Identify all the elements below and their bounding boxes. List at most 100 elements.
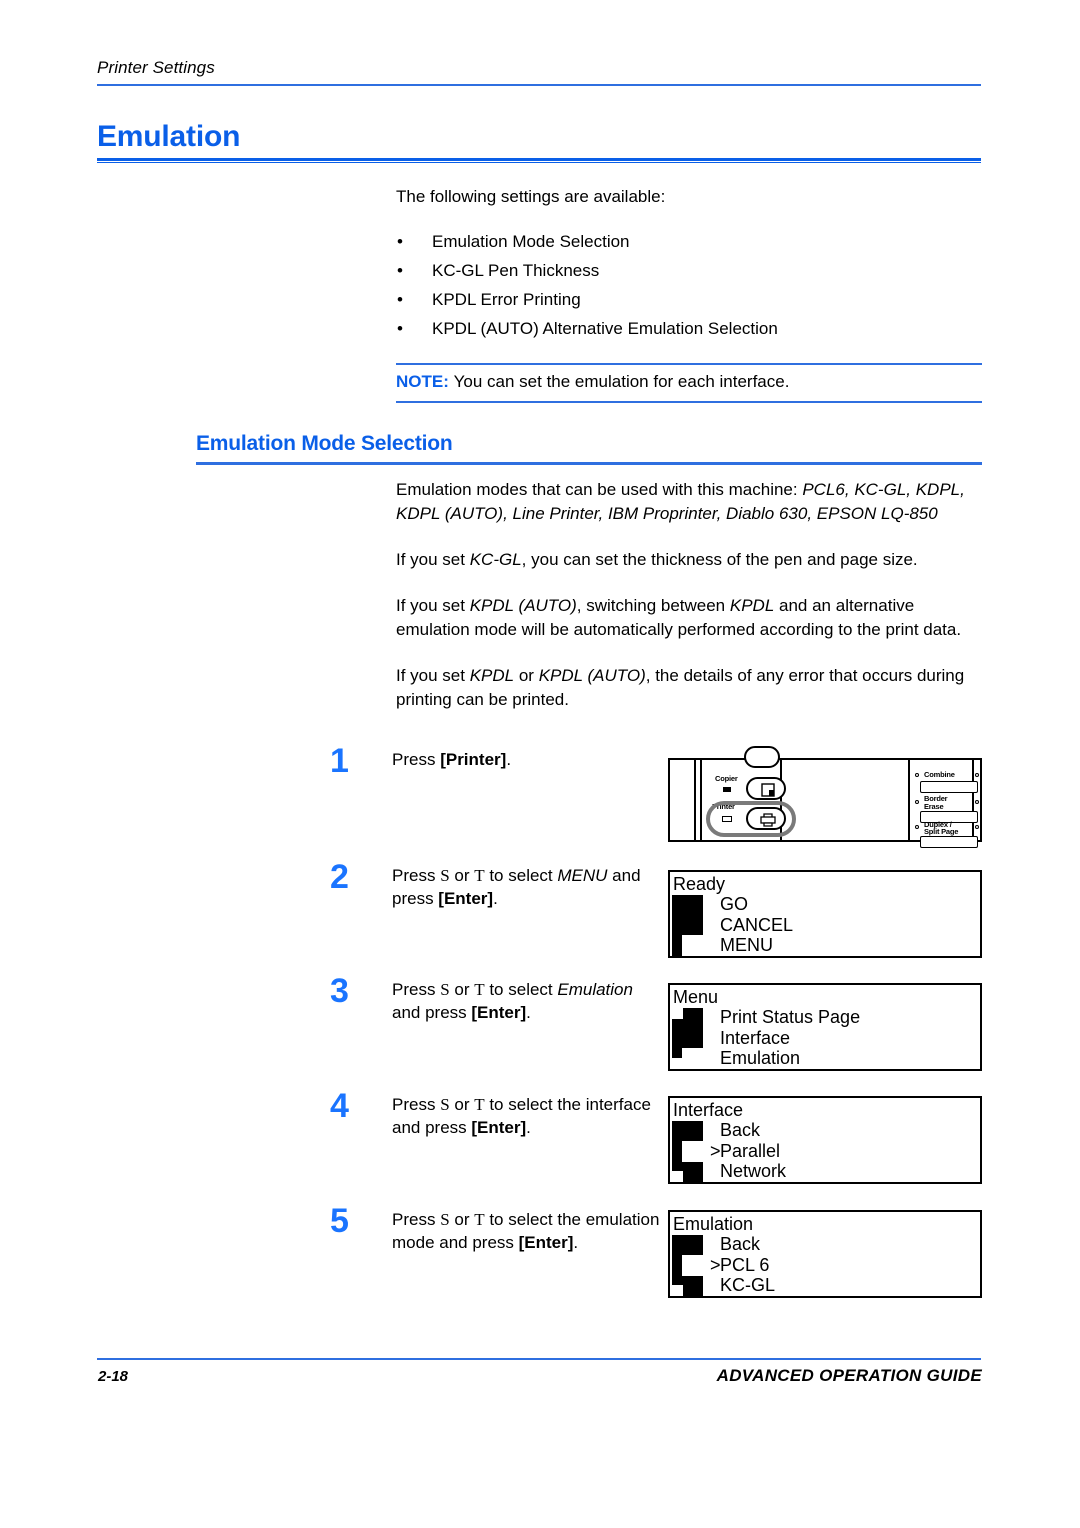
list-item-label: Emulation Mode Selection [432,232,630,251]
step-text: Press S or T to select Emulation and pre… [392,978,662,1024]
key-label: [Enter] [471,1118,527,1137]
lcd-title: Emulation [673,1214,754,1234]
lcd-scroll-bar [672,1008,703,1069]
duplex-split-page-button[interactable] [920,836,978,848]
lcd-scroll-bottom-marker [672,1285,683,1296]
lcd-row-list: Back > PCL 6 KC-GL [710,1234,980,1296]
key-label: [Enter] [438,889,494,908]
page-title: Emulation [97,120,241,153]
step-text: Press S or T to select the emulation mod… [392,1208,662,1254]
panel-divider [908,760,910,840]
step-text-run: Press [392,1210,441,1229]
step-text-run: Press [392,980,441,999]
list-item-label: KC-GL Pen Thickness [432,261,600,280]
step-text-run: Press [392,1095,441,1114]
combine-led-right-icon [975,773,979,777]
partial-button-top [744,746,780,768]
step-text-run: . [573,1233,579,1252]
settings-bullet-list: • Emulation Mode Selection • KC-GL Pen T… [396,227,984,343]
document-page: Printer Settings Emulation The following… [0,0,1080,1528]
lcd-row-selected: > PCL 6 [710,1254,770,1275]
menu-term: Emulation [557,980,633,999]
copier-button[interactable] [746,777,786,800]
arrow-key-icon: S [440,1095,450,1114]
lcd-row-list: Back > Parallel Network [710,1120,980,1182]
step-text-run: or [449,1095,475,1114]
note-text: You can set the emulation for each inter… [453,372,790,391]
copier-icon [761,783,775,797]
lcd-scroll-bar [672,895,703,956]
step-number: 5 [330,1202,349,1240]
combine-button-label: Combine [924,770,955,779]
lcd-scroll-bar [672,1235,703,1296]
lcd-row-list: Print Status Page Interface Emulation [710,1007,980,1069]
lcd-scroll-bottom-marker [672,1171,683,1182]
step-text-run: and press [392,1003,472,1022]
lcd-row: GO [720,894,749,914]
arrow-key-icon: S [440,1210,450,1229]
lcd-row: Network [720,1161,787,1181]
lcd-title: Interface [673,1100,744,1120]
step-text-run: Press [392,750,441,769]
step-text-run: Press [392,866,441,885]
list-item: • KC-GL Pen Thickness [396,256,984,285]
step-text-run: to select [484,866,558,885]
running-head-rule [97,84,981,86]
menu-term: MENU [557,866,608,885]
bullet-icon: • [397,232,403,251]
lcd-row-selected: > Parallel [710,1140,781,1161]
arrow-key-icon: T [474,1095,485,1114]
paragraph-kpdl-auto: If you set KPDL (AUTO), switching betwee… [396,596,962,639]
list-item: • Emulation Mode Selection [396,227,984,256]
lcd-row: MENU [720,935,773,955]
guide-title: ADVANCED OPERATION GUIDE [716,1366,982,1385]
selection-marker-icon: > [710,1140,721,1161]
section-body: Emulation modes that can be used with th… [396,478,986,712]
border-erase-led-right-icon [975,800,979,804]
combine-led-icon [915,773,919,777]
combine-button[interactable] [920,781,978,793]
lcd-row: Emulation [720,1048,801,1068]
lcd-panel-menu: Menu Print Status Page Interface Emulati… [668,983,982,1071]
step-number: 2 [330,858,349,896]
section-title: Emulation Mode Selection [196,432,453,455]
lcd-row: Print Status Page [720,1007,861,1027]
lcd-row: Interface [720,1027,791,1048]
step-text: Press [Printer]. [392,748,662,771]
paragraph-modes: Emulation modes that can be used with th… [396,480,965,523]
lcd-scroll-bar [672,1121,703,1182]
lcd-cursor [682,1255,703,1276]
page-title-rule [97,158,981,163]
arrow-key-icon: T [474,866,485,885]
control-panel-illustration: Copier Printer Combine Border Erase Dupl… [668,746,982,848]
paragraph-kcgl: If you set KC-GL, you can set the thickn… [396,550,918,569]
lcd-row-list: GO CANCEL MENU [710,894,980,956]
note-label: NOTE: [396,372,449,391]
lcd-row: CANCEL [720,914,794,935]
arrow-key-icon: S [440,866,450,885]
lcd-title: Ready [673,874,726,894]
list-item-label: KPDL Error Printing [432,290,581,309]
duplex-button-label-line2: Split Page [924,827,959,836]
bullet-icon: • [397,261,403,280]
duplex-led-right-icon [975,825,979,829]
lcd-title: Menu [673,987,719,1007]
bullet-icon: • [397,319,403,338]
key-label: [Enter] [518,1233,574,1252]
lcd-row: Back [720,1234,761,1254]
intro-paragraph: The following settings are available: [396,187,666,206]
printer-button-highlight [706,801,796,837]
step-text: Press S or T to select the interface and… [392,1093,662,1139]
panel-divider [700,760,702,840]
lcd-panel-interface: Interface Back > Parallel Network [668,1096,982,1184]
page-number: 2-18 [98,1368,129,1385]
list-item-label: KPDL (AUTO) Alternative Emulation Select… [432,319,778,338]
lcd-scroll-top-marker [672,1008,683,1019]
panel-divider [972,760,974,840]
running-head: Printer Settings [97,58,215,77]
step-text-run: . [493,889,498,908]
list-item: • KPDL Error Printing [396,285,984,314]
selection-marker-icon: > [710,1254,721,1275]
arrow-key-icon: S [440,980,450,999]
key-label: [Enter] [471,1003,527,1022]
